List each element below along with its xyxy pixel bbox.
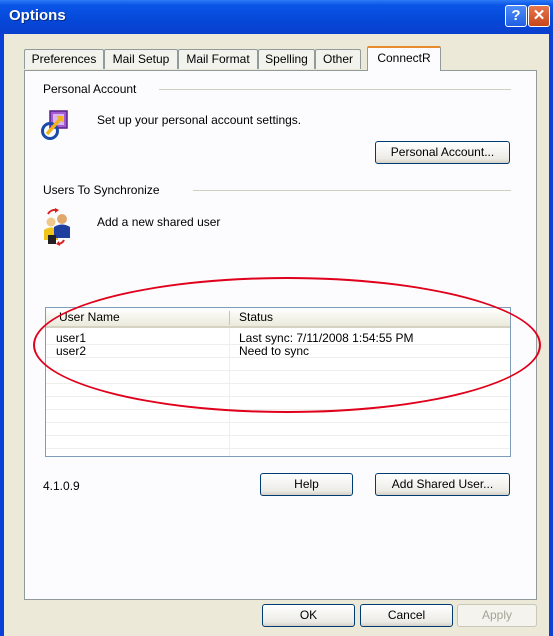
tab-connectr[interactable]: ConnectR	[367, 46, 441, 71]
empty-row	[46, 410, 510, 423]
empty-row	[46, 358, 510, 371]
add-shared-user-description: Add a new shared user	[97, 215, 221, 229]
list-header: User Name Status	[46, 308, 510, 328]
help-button[interactable]: Help	[260, 473, 353, 496]
close-icon: ✕	[532, 7, 546, 24]
tab-mail-setup[interactable]: Mail Setup	[104, 49, 178, 69]
group-divider	[193, 190, 511, 191]
version-label: 4.1.0.9	[43, 479, 80, 493]
empty-row	[46, 397, 510, 410]
cell-user-name: user2	[56, 344, 87, 358]
cell-status: Last sync: 7/11/2008 1:54:55 PM	[239, 331, 414, 345]
dialog-client: Preferences Mail Setup Mail Format Spell…	[4, 34, 549, 636]
empty-row	[46, 384, 510, 397]
personal-account-group-label: Personal Account	[43, 82, 137, 96]
column-header-status[interactable]: Status	[239, 310, 273, 324]
cell-status: Need to sync	[239, 344, 310, 358]
account-settings-icon	[41, 109, 69, 141]
users-to-synchronize-group-label: Users To Synchronize	[43, 183, 160, 197]
empty-row	[46, 436, 510, 449]
cancel-button[interactable]: Cancel	[360, 604, 453, 627]
column-separator[interactable]	[229, 311, 230, 325]
help-title-button[interactable]: ?	[505, 5, 527, 27]
tab-preferences[interactable]: Preferences	[24, 49, 104, 69]
ok-button[interactable]: OK	[262, 604, 355, 627]
cell-user-name: user1	[56, 331, 87, 345]
table-row[interactable]: user2 Need to sync	[46, 345, 510, 358]
shared-users-icon	[42, 208, 72, 246]
personal-account-button[interactable]: Personal Account...	[375, 141, 510, 164]
empty-row	[46, 423, 510, 436]
apply-button[interactable]: Apply	[457, 604, 537, 627]
personal-account-description: Set up your personal account settings.	[97, 113, 302, 127]
empty-row	[46, 371, 510, 384]
window-title: Options	[9, 7, 66, 24]
group-divider	[159, 89, 511, 90]
add-shared-user-button[interactable]: Add Shared User...	[375, 473, 510, 496]
connectr-panel: Personal Account Set up your personal ac…	[24, 70, 541, 600]
close-button[interactable]: ✕	[528, 5, 550, 27]
title-bar[interactable]: Options ? ✕	[0, 0, 553, 34]
tab-other[interactable]: Other	[315, 49, 361, 69]
tab-spelling[interactable]: Spelling	[258, 49, 315, 69]
users-list[interactable]: User Name Status user1 Last sync: 7/11/2…	[45, 307, 511, 457]
options-window: Options ? ✕ Preferences Mail Setup Mail …	[0, 0, 553, 636]
question-icon: ?	[511, 7, 521, 24]
column-header-user-name[interactable]: User Name	[59, 310, 120, 324]
tab-mail-format[interactable]: Mail Format	[178, 49, 258, 69]
